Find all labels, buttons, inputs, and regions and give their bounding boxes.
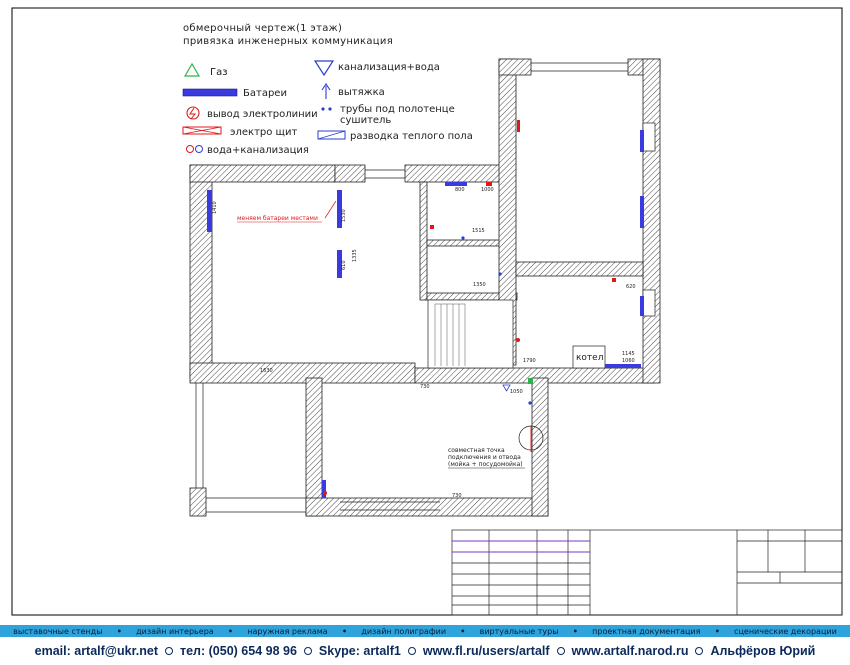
circle-separator-icon xyxy=(556,647,565,655)
circle-separator-icon xyxy=(164,647,173,655)
dimension: 730 xyxy=(420,384,430,390)
service-item: проектная документация xyxy=(592,626,701,636)
legend-label-gas: Газ xyxy=(210,67,228,78)
dimension: 610 xyxy=(341,260,347,270)
circle-separator-icon xyxy=(695,647,704,655)
dimension: 1050 xyxy=(510,389,523,395)
separator-dot-icon: • xyxy=(341,626,348,636)
dimension: 1335 xyxy=(352,249,358,262)
separator-dot-icon: • xyxy=(572,626,578,636)
kitchen-note-3: (мойка + посудомойка) xyxy=(448,461,523,468)
legend-label-exhaust: вытяжка xyxy=(338,87,385,98)
separator-dot-icon: • xyxy=(714,626,720,636)
drawing-title: обмерочный чертеж(1 этаж) xyxy=(183,23,342,34)
service-item: выставочные стенды xyxy=(13,626,103,636)
towel-pipe-dots-icon xyxy=(321,107,332,111)
gas-triangle-icon xyxy=(183,62,201,77)
sewer-water-triangle-icon xyxy=(313,60,335,77)
title-block xyxy=(451,529,843,616)
legend-label-electric-panel: электро щит xyxy=(230,127,297,138)
dimension: 800 xyxy=(455,187,465,193)
legend-label-floor-heating: разводка теплого пола xyxy=(350,131,473,142)
legend-label-towel-pipes: трубы под полотенце xyxy=(340,104,455,115)
contact-phone: тел: (050) 654 98 96 xyxy=(179,644,297,658)
contact-skype: Skype: artalf1 xyxy=(318,644,401,658)
kotel-label: котел xyxy=(576,353,603,363)
dimension: 1515 xyxy=(472,228,485,234)
dimension: 1350 xyxy=(473,282,486,288)
separator-dot-icon: • xyxy=(460,626,466,636)
circle-separator-icon xyxy=(303,647,312,655)
service-item: дизайн полиграфии xyxy=(361,626,447,636)
exhaust-arrow-icon xyxy=(321,83,331,99)
legend: Газ Батареи вывод электролинии электро щ… xyxy=(182,60,473,156)
legend-label-towel-pipes-2: сушитель xyxy=(340,115,391,126)
contact-email[interactable]: email: artalf@ukr.net xyxy=(35,644,158,658)
drawing-sheet: обмерочный чертеж(1 этаж) привязка инжен… xyxy=(0,0,850,620)
drawing-subtitle: привязка инженерных коммуникация xyxy=(183,36,393,47)
dimension: 1630 xyxy=(260,368,273,374)
legend-label-sewer-water: канализация+вода xyxy=(338,62,440,73)
service-item: дизайн интерьера xyxy=(136,626,214,636)
dimension: 1530 xyxy=(341,209,347,222)
dimension: 1145 xyxy=(622,351,635,357)
contact-site-link[interactable]: www.artalf.narod.ru xyxy=(572,644,689,658)
kitchen-note-1: совместная точка xyxy=(448,447,505,454)
dimension: 1060 xyxy=(622,358,635,364)
contact-fl-link[interactable]: www.fl.ru/users/artalf xyxy=(423,644,550,658)
dimension: 620 xyxy=(626,284,636,290)
kitchen-note-2: подключения и отвода xyxy=(448,454,521,461)
dimension: 1790 xyxy=(523,358,536,364)
electric-panel-icon xyxy=(182,126,222,135)
services-band: выставочные стенды • дизайн интерьера • на… xyxy=(0,625,850,637)
service-item: наружная реклама xyxy=(247,626,328,636)
dimension: 1410 xyxy=(212,201,218,214)
contacts-line: email: artalf@ukr.net тел: (050) 654 98 … xyxy=(0,641,850,661)
legend-label-power-output: вывод электролинии xyxy=(207,109,318,120)
service-item: виртуальные туры xyxy=(479,626,559,636)
red-note: меняем батареи местами xyxy=(237,215,318,222)
radiator-bar-icon xyxy=(182,88,238,97)
circle-separator-icon xyxy=(407,647,416,655)
legend-label-water-sewer: вода+канализация xyxy=(207,145,309,156)
water-sewer-circles-icon xyxy=(186,145,203,153)
sheet-frame xyxy=(11,7,843,616)
service-item: сценические декорации xyxy=(734,626,837,636)
dimension: 730 xyxy=(452,493,462,499)
dimension: 1000 xyxy=(481,187,494,193)
contact-author: Альфёров Юрий xyxy=(710,644,816,658)
floor-heating-icon xyxy=(317,130,346,140)
legend-label-radiator: Батареи xyxy=(243,88,287,99)
separator-dot-icon: • xyxy=(227,626,234,636)
power-outlet-icon xyxy=(186,106,200,120)
separator-dot-icon: • xyxy=(116,626,122,636)
